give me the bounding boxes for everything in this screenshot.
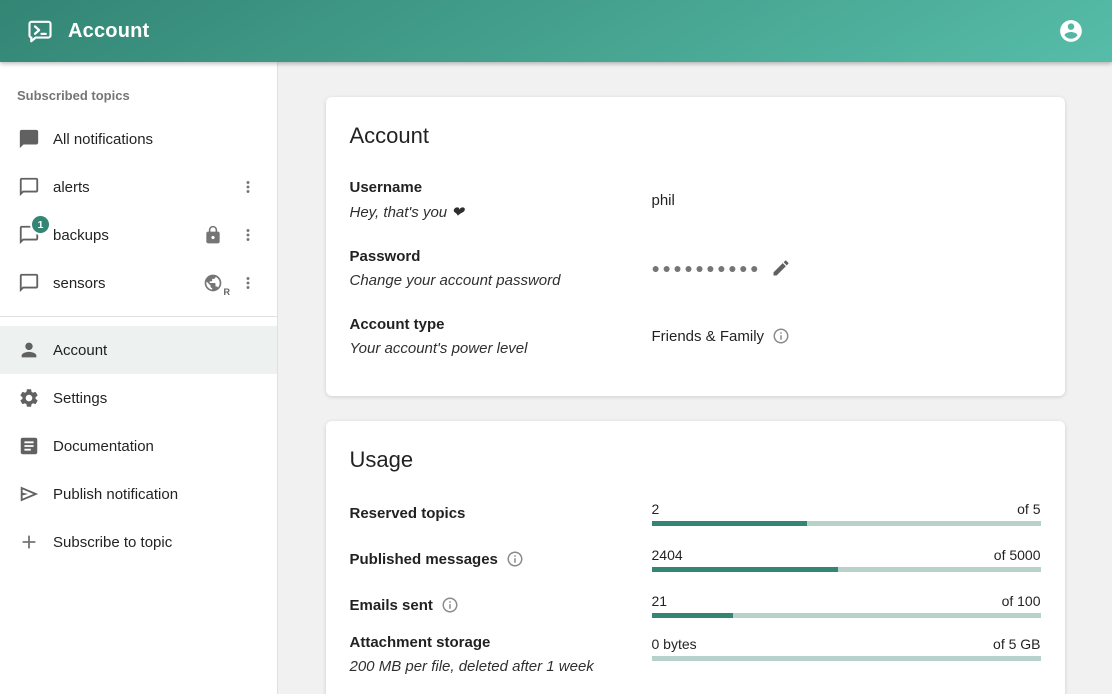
progress-bar <box>652 567 1041 572</box>
send-icon <box>18 483 40 505</box>
usage-limit: of 5 <box>1017 501 1040 518</box>
info-icon[interactable] <box>441 596 459 614</box>
account-card: Account Username Hey, that's you ❤ phil … <box>326 97 1065 396</box>
account-card-title: Account <box>350 123 1041 149</box>
progress-bar <box>652 521 1041 526</box>
notification-count-badge: 1 <box>32 216 49 233</box>
main-content: Account Username Hey, that's you ❤ phil … <box>278 62 1112 694</box>
ntfy-logo-icon <box>25 16 55 46</box>
gear-icon <box>18 387 40 409</box>
emails-sent-label: Emails sent <box>350 597 433 614</box>
page-title: Account <box>68 20 149 43</box>
published-messages-progress: 2404 of 5000 <box>652 547 1041 572</box>
more-vert-icon <box>239 274 257 292</box>
emails-sent-row: Emails sent 21 of 100 <box>350 582 1041 628</box>
account-circle-icon <box>1058 18 1084 44</box>
nav-label: Account <box>53 342 263 359</box>
password-dots: ●●●●●●●●●● <box>652 261 762 275</box>
sidebar: Subscribed topics All notifications aler… <box>0 62 278 694</box>
topic-label: alerts <box>53 179 223 196</box>
nav-label: Subscribe to topic <box>53 534 263 551</box>
globe-reserved-icon: R <box>203 273 223 293</box>
sidebar-divider <box>0 316 277 317</box>
published-messages-row: Published messages 2404 of 5000 <box>350 536 1041 582</box>
sidebar-item-sensors[interactable]: sensors R <box>0 259 277 307</box>
edit-password-button[interactable] <box>767 254 795 282</box>
reserved-topics-row: Reserved topics 2 of 5 <box>350 490 1041 536</box>
reserved-topics-label: Reserved topics <box>350 505 466 522</box>
account-type-row: Account type Your account's power level … <box>350 302 1041 370</box>
app-bar: Account <box>0 0 1112 62</box>
usage-limit: of 100 <box>1002 593 1041 610</box>
sidebar-item-all-notifications[interactable]: All notifications <box>0 115 277 163</box>
password-label: Password <box>350 248 652 265</box>
progress-fill <box>652 521 808 526</box>
nav-label: Publish notification <box>53 486 263 503</box>
chat-bubble-outline-icon <box>18 272 40 294</box>
attachment-storage-label: Attachment storage <box>350 634 652 651</box>
document-icon <box>18 435 40 457</box>
info-icon[interactable] <box>772 327 790 345</box>
reserved-topics-progress: 2 of 5 <box>652 501 1041 526</box>
topic-menu-button[interactable] <box>233 268 263 298</box>
plus-icon <box>18 531 40 553</box>
password-row: Password Change your account password ●●… <box>350 234 1041 302</box>
sidebar-item-backups[interactable]: 1 backups <box>0 211 277 259</box>
nav-label: Settings <box>53 390 263 407</box>
account-type-label: Account type <box>350 316 652 333</box>
usage-current: 0 bytes <box>652 636 697 653</box>
account-type-value: Friends & Family <box>652 328 765 345</box>
attachment-storage-subtitle: 200 MB per file, deleted after 1 week <box>350 658 652 675</box>
more-vert-icon <box>239 226 257 244</box>
password-subtitle: Change your account password <box>350 272 652 289</box>
progress-bar <box>652 613 1041 618</box>
sidebar-item-settings[interactable]: Settings <box>0 374 277 422</box>
username-label: Username <box>350 179 652 196</box>
usage-current: 2 <box>652 501 660 518</box>
usage-card: Usage Reserved topics 2 of 5 Pu <box>326 421 1065 694</box>
topic-menu-button[interactable] <box>233 220 263 250</box>
progress-fill <box>652 567 839 572</box>
topic-label: sensors <box>53 275 193 292</box>
username-value: phil <box>652 192 675 209</box>
account-type-subtitle: Your account's power level <box>350 340 652 357</box>
account-menu-button[interactable] <box>1052 12 1090 50</box>
chat-bubble-outline-icon: 1 <box>18 224 40 246</box>
usage-card-title: Usage <box>350 447 1041 473</box>
usage-limit: of 5000 <box>994 547 1041 564</box>
sidebar-item-documentation[interactable]: Documentation <box>0 422 277 470</box>
pencil-icon <box>771 258 791 278</box>
attachment-storage-progress: 0 bytes of 5 GB <box>652 636 1041 661</box>
username-subtitle: Hey, that's you ❤ <box>350 203 652 221</box>
topic-label: backups <box>53 227 193 244</box>
lock-icon <box>203 225 223 245</box>
topic-menu-button[interactable] <box>233 172 263 202</box>
section-label-subscribed-topics: Subscribed topics <box>0 62 277 115</box>
attachment-storage-row: Attachment storage 200 MB per file, dele… <box>350 628 1041 692</box>
username-row: Username Hey, that's you ❤ phil <box>350 166 1041 234</box>
usage-current: 21 <box>652 593 668 610</box>
sidebar-item-alerts[interactable]: alerts <box>0 163 277 211</box>
sidebar-item-subscribe-to-topic[interactable]: Subscribe to topic <box>0 518 277 566</box>
chat-bubble-icon <box>18 128 40 150</box>
emails-sent-progress: 21 of 100 <box>652 593 1041 618</box>
info-icon[interactable] <box>506 550 524 568</box>
person-icon <box>18 339 40 361</box>
topic-label: All notifications <box>53 131 263 148</box>
usage-limit: of 5 GB <box>993 636 1040 653</box>
progress-bar <box>652 656 1041 661</box>
more-vert-icon <box>239 178 257 196</box>
progress-fill <box>652 613 734 618</box>
sidebar-item-publish-notification[interactable]: Publish notification <box>0 470 277 518</box>
chat-bubble-outline-icon <box>18 176 40 198</box>
nav-label: Documentation <box>53 438 263 455</box>
reservation-r-label: R <box>224 287 231 297</box>
published-messages-label: Published messages <box>350 551 498 568</box>
sidebar-item-account[interactable]: Account <box>0 326 277 374</box>
usage-current: 2404 <box>652 547 683 564</box>
